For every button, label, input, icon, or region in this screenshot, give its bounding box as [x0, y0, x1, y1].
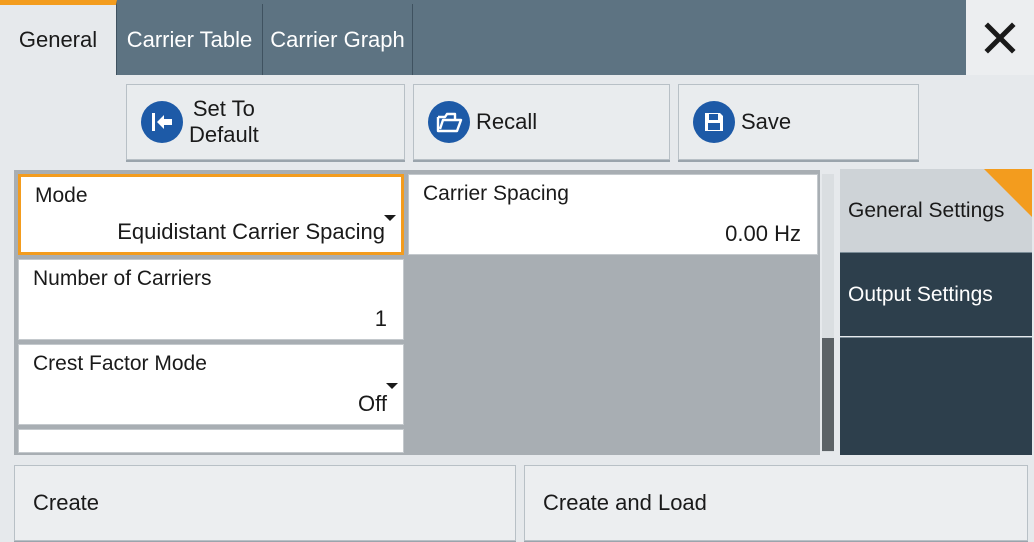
create-and-load-button[interactable]: Create and Load	[524, 465, 1028, 541]
dropdown-arrow-icon	[386, 383, 398, 389]
create-button[interactable]: Create	[14, 465, 516, 541]
nav-output-settings[interactable]: Output Settings	[840, 252, 1032, 336]
carrier-spacing-label: Carrier Spacing	[423, 182, 569, 205]
number-of-carriers-label: Number of Carriers	[33, 267, 212, 290]
scrollbar-thumb[interactable]	[822, 338, 834, 451]
nav-general-settings[interactable]: General Settings	[840, 169, 1032, 252]
mode-value: Equidistant Carrier Spacing	[117, 219, 385, 244]
save-label: Save	[741, 109, 792, 134]
carrier-spacing-field[interactable]: Carrier Spacing 0.00 Hz	[408, 174, 818, 255]
nav-general-settings-label: General Settings	[848, 198, 1005, 222]
number-of-carriers-value: 1	[374, 306, 387, 331]
mode-label: Mode	[35, 184, 88, 207]
next-field-partial[interactable]	[18, 429, 404, 453]
nav-empty-slot	[840, 337, 1032, 455]
toolbar: Set To Default Recall Save	[0, 75, 1034, 165]
close-button[interactable]	[966, 0, 1034, 75]
crest-factor-mode-label: Crest Factor Mode	[33, 352, 207, 375]
folder-open-icon	[428, 101, 470, 143]
recall-label: Recall	[476, 109, 538, 134]
set-to-default-button[interactable]: Set To Default	[126, 84, 405, 160]
crest-factor-mode-value: Off	[358, 391, 387, 416]
floppy-disk-icon	[693, 101, 735, 143]
arrow-left-bar-icon	[141, 101, 183, 143]
nav-output-settings-label: Output Settings	[848, 282, 993, 306]
mode-dropdown[interactable]: Mode Equidistant Carrier Spacing	[18, 174, 404, 255]
close-icon	[984, 21, 1016, 54]
tab-general[interactable]: General	[0, 0, 117, 75]
recall-button[interactable]: Recall	[413, 84, 670, 160]
set-to-default-label: Set To Default	[189, 96, 259, 147]
tab-carrier-table[interactable]: Carrier Table	[117, 4, 263, 75]
tab-carrier-graph[interactable]: Carrier Graph	[263, 4, 413, 75]
active-corner-marker	[984, 169, 1032, 217]
number-of-carriers-field[interactable]: Number of Carriers 1	[18, 259, 404, 340]
crest-factor-mode-dropdown[interactable]: Crest Factor Mode Off	[18, 344, 404, 425]
dropdown-arrow-icon	[384, 215, 396, 221]
save-button[interactable]: Save	[678, 84, 919, 160]
carrier-spacing-value: 0.00 Hz	[725, 221, 801, 246]
